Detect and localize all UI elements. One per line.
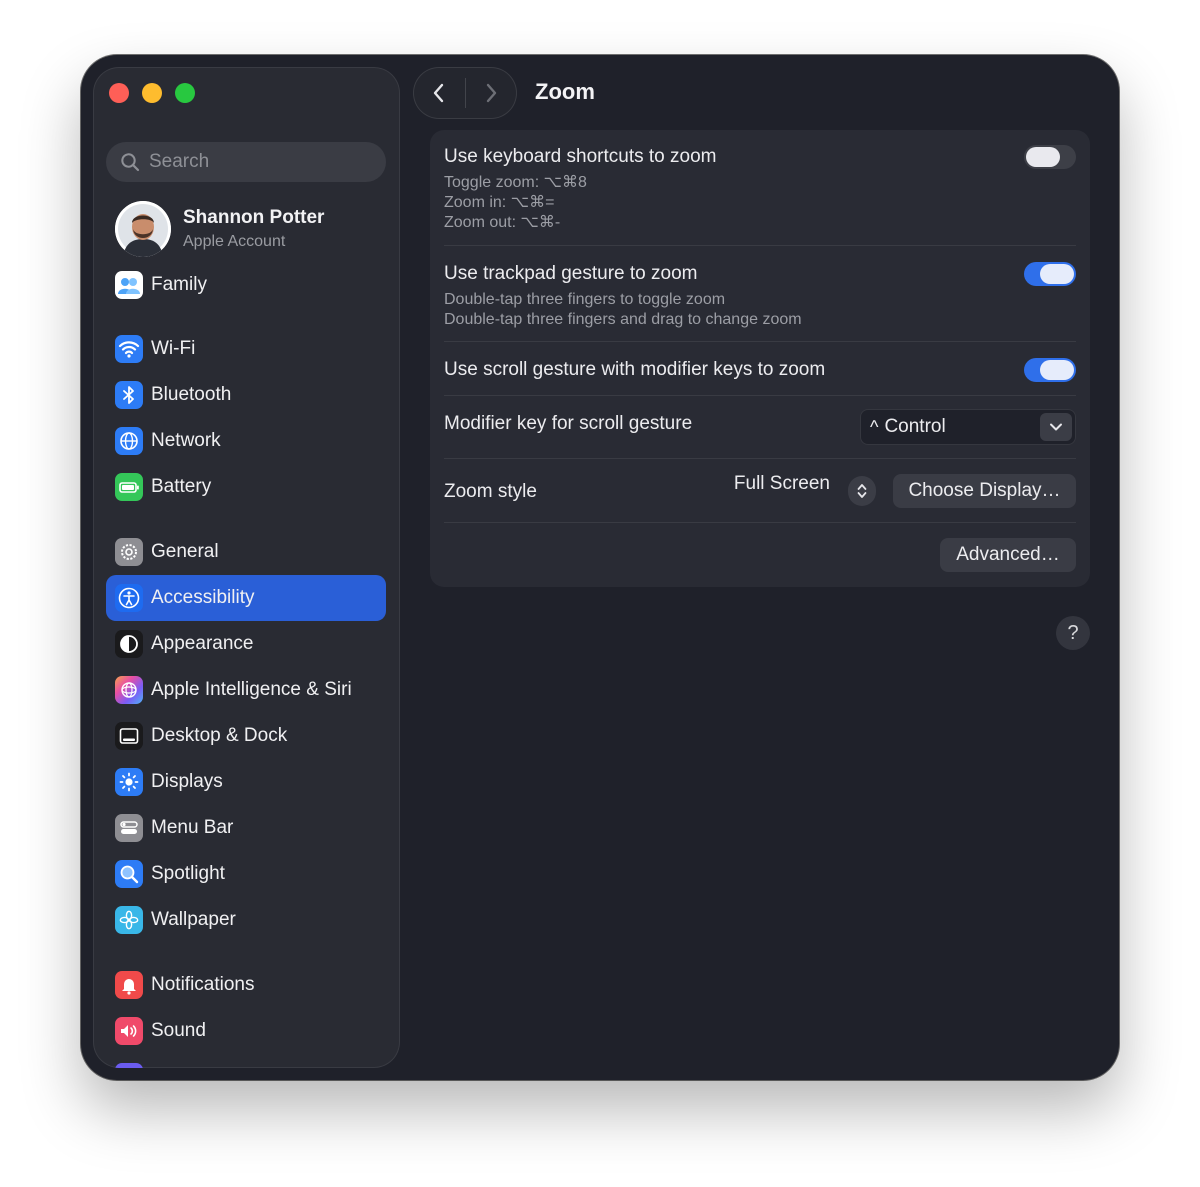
control-key-symbol: ^ [870,416,879,437]
sidebar-item-label: Displays [151,771,223,792]
scroll-gesture-title: Use scroll gesture with modifier keys to… [444,359,826,380]
sidebar-item-partial[interactable] [106,1054,386,1068]
scroll-gesture-row: Use scroll gesture with modifier keys to… [444,359,1076,381]
sidebar-item-wallpaper[interactable]: Wallpaper [106,897,386,943]
sidebar-item-sound[interactable]: Sound [106,1008,386,1054]
help-button[interactable]: ? [1056,616,1090,650]
wifi-icon [115,335,143,363]
sidebar-item-appearance[interactable]: Appearance [106,621,386,667]
zoom-window-button[interactable] [175,83,195,103]
modifier-key-row: Modifier key for scroll gesture ^ Contro… [444,396,1076,458]
keyboard-shortcuts-toggle[interactable] [1024,145,1076,169]
scroll-gesture-toggle[interactable] [1024,358,1076,382]
accessibility-icon [115,584,143,612]
toggle-knob [1026,147,1060,167]
sidebar-item-label: Apple Intelligence & Siri [151,679,352,700]
focus-icon [115,1063,143,1068]
zoom-style-stepper[interactable] [848,476,876,506]
search-input[interactable] [149,151,369,173]
sidebar-item-general[interactable]: General [106,529,386,575]
spotlight-icon [115,860,143,888]
back-button[interactable] [413,67,465,119]
sidebar-item-bluetooth[interactable]: Bluetooth [106,372,386,418]
sidebar-item-label: Spotlight [151,863,225,884]
apple-account[interactable]: Shannon Potter Apple Account [115,201,324,257]
sidebar-item-family[interactable]: Family [106,262,386,308]
divider [444,245,1076,246]
sidebar-item-label: Sound [151,1020,206,1041]
divider [444,522,1076,523]
sidebar-item-apple-intelligence-siri[interactable]: Apple Intelligence & Siri [106,667,386,713]
sidebar-item-network[interactable]: Network [106,418,386,464]
sidebar-item-label: Family [151,274,207,295]
modifier-key-select[interactable]: ^ Control [860,409,1076,445]
sidebar: Shannon Potter Apple Account Family Wi-F… [93,67,400,1068]
chevron-down-icon [1040,413,1072,441]
sidebar-item-label: Desktop & Dock [151,725,288,746]
dock-icon [115,722,143,750]
forward-button[interactable] [465,67,517,119]
wallpaper-icon [115,906,143,934]
page-title: Zoom [535,79,595,104]
account-name: Shannon Potter [183,207,325,228]
keyboard-shortcuts-title: Use keyboard shortcuts to zoom [444,146,717,167]
family-icon [115,271,143,299]
search-icon [120,152,140,172]
siri-icon [115,676,143,704]
bluetooth-icon [115,381,143,409]
settings-window: Shannon Potter Apple Account Family Wi-F… [81,55,1119,1080]
sidebar-item-label: Appearance [151,633,254,654]
sidebar-item-label: Wi-Fi [151,338,196,359]
keyboard-shortcuts-row: Use keyboard shortcuts to zoom Toggle zo… [444,146,1076,233]
account-subtitle: Apple Account [183,233,286,250]
toggle-knob [1040,264,1074,284]
sidebar-item-spotlight[interactable]: Spotlight [106,851,386,897]
sidebar-item-battery[interactable]: Battery [106,464,386,510]
navigation-buttons [413,67,517,119]
notifications-icon [115,971,143,999]
sidebar-item-desktop-dock[interactable]: Desktop & Dock [106,713,386,759]
sidebar-item-label: Menu Bar [151,817,234,838]
minimize-window-button[interactable] [142,83,162,103]
sidebar-item-label: Notifications [151,974,255,995]
sidebar-item-label: Wallpaper [151,909,236,930]
zoom-style-row: Zoom style Full Screen Choose Display… [444,459,1076,522]
trackpad-gesture-title: Use trackpad gesture to zoom [444,263,698,284]
trackpad-gesture-description: Double-tap three fingers to toggle zoom … [444,291,802,328]
gear-icon [115,538,143,566]
divider [444,341,1076,342]
sidebar-item-menu-bar[interactable]: Menu Bar [106,805,386,851]
menu-bar-icon [115,814,143,842]
sidebar-item-displays[interactable]: Displays [106,759,386,805]
sidebar-item-notifications[interactable]: Notifications [106,962,386,1008]
appearance-icon [115,630,143,658]
displays-icon [115,768,143,796]
keyboard-shortcuts-description: Toggle zoom: ⌥⌘8 Zoom in: ⌥⌘= Zoom out: … [444,174,587,231]
search-field[interactable] [106,142,386,182]
trackpad-gesture-row: Use trackpad gesture to zoom Double-tap … [444,263,1076,330]
avatar [115,201,171,257]
trackpad-gesture-toggle[interactable] [1024,262,1076,286]
zoom-settings-card: Use keyboard shortcuts to zoom Toggle zo… [430,130,1090,587]
sidebar-item-label: Bluetooth [151,384,232,405]
choose-display-button[interactable]: Choose Display… [893,474,1076,508]
zoom-style-value[interactable]: Full Screen [734,473,830,495]
close-window-button[interactable] [109,83,129,103]
sidebar-item-label: General [151,541,219,562]
sidebar-item-label: Accessibility [151,587,255,608]
sidebar-item-label: Network [151,430,221,451]
network-icon [115,427,143,455]
battery-icon [115,473,143,501]
sound-icon [115,1017,143,1045]
sidebar-item-label: Battery [151,476,212,497]
window-controls [109,83,195,103]
sidebar-item-accessibility[interactable]: Accessibility [106,575,386,621]
modifier-key-value: Control [884,416,946,437]
toggle-knob [1040,360,1074,380]
advanced-button[interactable]: Advanced… [940,538,1076,572]
sidebar-item-wifi[interactable]: Wi-Fi [106,326,386,372]
